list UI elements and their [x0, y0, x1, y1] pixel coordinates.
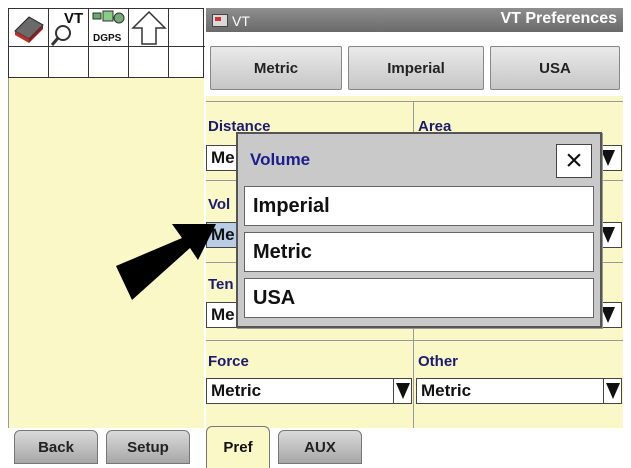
imperial-button[interactable]: Imperial — [348, 46, 484, 90]
option-usa[interactable]: USA — [244, 278, 594, 318]
other-dropdown[interactable]: Metric — [416, 378, 622, 404]
dropdown-arrow-icon — [599, 223, 621, 247]
aux-label: AUX — [304, 438, 336, 456]
metric-button-label: Metric — [253, 59, 299, 77]
vt-screen-icon — [212, 14, 228, 27]
imperial-button-label: Imperial — [387, 59, 445, 77]
divider — [206, 340, 623, 341]
vt-icon-label: VT — [64, 10, 84, 27]
usa-button[interactable]: USA — [490, 46, 620, 90]
empty-slot — [169, 47, 205, 79]
option-metric[interactable]: Metric — [244, 232, 594, 272]
dropdown-arrow-icon — [599, 303, 621, 327]
empty-slot — [9, 47, 49, 79]
empty-slot — [49, 47, 89, 79]
usa-button-label: USA — [539, 59, 571, 77]
force-value: Metric — [211, 381, 262, 400]
dropdown-arrow-icon — [393, 379, 411, 403]
vt-window-tab[interactable]: VT — [212, 11, 258, 30]
temperature-value: Me — [211, 305, 235, 324]
other-value: Metric — [421, 381, 472, 400]
up-arrow-icon[interactable] — [129, 9, 169, 47]
other-label: Other — [418, 353, 459, 370]
divider — [206, 101, 623, 102]
dgps-icon[interactable]: DGPS — [89, 9, 129, 47]
popup-title: Volume — [250, 150, 311, 169]
pointer-arrow-icon — [116, 224, 216, 300]
close-icon: × — [565, 144, 583, 177]
volume-label: Vol — [208, 196, 231, 213]
dropdown-arrow-icon — [603, 379, 621, 403]
close-button[interactable]: × — [556, 144, 592, 178]
window-titlebar: VT VT Preferences — [206, 8, 623, 32]
force-dropdown[interactable]: Metric — [206, 378, 412, 404]
back-label: Back — [38, 438, 74, 456]
option-label: USA — [253, 286, 296, 309]
option-label: Imperial — [253, 194, 330, 217]
metric-button[interactable]: Metric — [210, 46, 342, 90]
empty-slot — [129, 47, 169, 79]
vt-search-icon[interactable]: VT — [49, 9, 89, 47]
pref-tab[interactable]: Pref — [206, 426, 270, 468]
pref-label: Pref — [223, 439, 253, 456]
dropdown-arrow-icon — [599, 146, 621, 170]
vt-tab-label: VT — [232, 12, 250, 29]
aux-tab[interactable]: AUX — [278, 430, 362, 464]
app-icon-grid: VT DGPS — [8, 8, 205, 79]
dgps-label: DGPS — [93, 33, 122, 44]
back-button[interactable]: Back — [14, 430, 98, 464]
distance-value: Me — [211, 148, 235, 167]
empty-slot — [169, 9, 205, 47]
force-label: Force — [208, 353, 249, 370]
tractor-book-icon[interactable] — [9, 9, 49, 47]
empty-slot — [89, 47, 129, 79]
option-label: Metric — [253, 240, 312, 263]
setup-label: Setup — [127, 438, 169, 456]
window-title: VT Preferences — [500, 10, 617, 27]
setup-tab[interactable]: Setup — [106, 430, 190, 464]
option-imperial[interactable]: Imperial — [244, 186, 594, 226]
